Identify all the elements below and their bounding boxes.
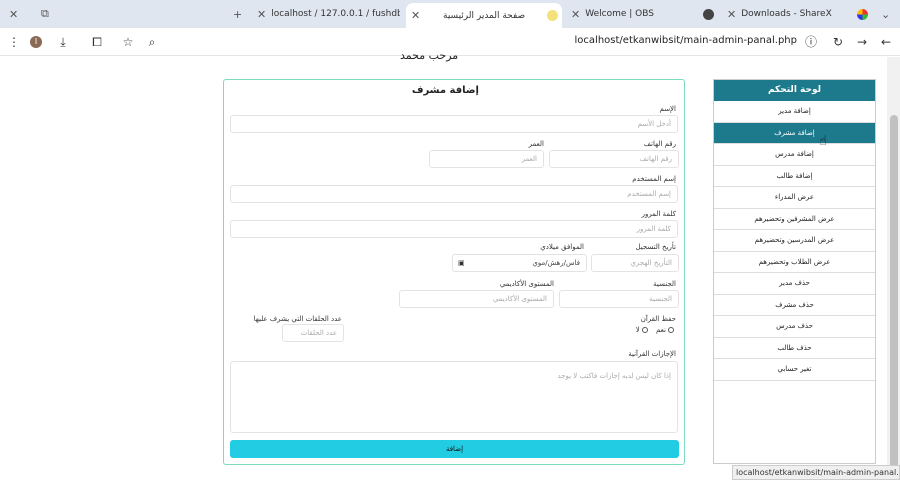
welcome-text: مرحب محمد: [400, 49, 459, 62]
password-input[interactable]: كلمة المرور: [230, 220, 678, 238]
sidebar-item-delete-supervisor[interactable]: حذف مشرف: [714, 295, 875, 316]
obs-icon: [703, 8, 714, 20]
control-panel-sidebar: لوحة التحكم إضافة مدير إضافة مشرف إضافة …: [713, 79, 876, 464]
nationality-input[interactable]: الجنسية: [559, 290, 679, 308]
sidebar-item-delete-student[interactable]: حذف طالب: [714, 338, 875, 359]
back-icon[interactable]: ←: [878, 34, 894, 50]
academic-level-label: المستوى الأكاديمي: [499, 280, 554, 288]
page-favicon-icon: [547, 10, 558, 21]
tab-sharex[interactable]: ✕ Downloads - ShareX: [722, 3, 872, 25]
academic-level-input[interactable]: المستوى الأكاديمي: [399, 290, 554, 308]
username-input[interactable]: إسم المستخدم: [230, 185, 678, 203]
browser-tab-strip: ✕ ⧉ + ✕ localhost / 127.0.0.1 / fushdb /…: [0, 0, 900, 28]
menu-dots-icon[interactable]: ⋮: [6, 34, 22, 50]
sidebar-item-delete-manager[interactable]: حذف مدير: [714, 273, 875, 295]
address-bar[interactable]: ☆ ⌕ localhost/etkanwibsit/main-admin-pan…: [110, 32, 825, 52]
quran-radio-group: نعم لا: [636, 326, 676, 334]
name-label: الإسم: [659, 105, 676, 113]
profile-avatar[interactable]: I: [30, 36, 42, 48]
close-icon[interactable]: ✕: [411, 9, 420, 22]
tab-admin-home[interactable]: ✕ صفحة المدير الرئيسية: [406, 3, 562, 28]
calendar-icon: ▣: [458, 259, 465, 267]
tab-list-icon: ⧉: [41, 7, 49, 20]
reg-date-label: تأريخ التسجيل: [635, 243, 676, 251]
tab-dropdown-button[interactable]: ⌄: [876, 3, 896, 25]
age-label: العمر: [528, 140, 544, 148]
new-tab-button[interactable]: +: [228, 3, 248, 25]
sidebar-item-view-teachers[interactable]: عرض المدرسين وتحضيرهم: [714, 230, 875, 252]
chevron-down-icon: ⌄: [881, 7, 891, 21]
add-supervisor-form: إضافة مشرف الإسم أدخل الأسم رقم الهاتف ر…: [223, 79, 685, 465]
download-icon[interactable]: ⤓: [55, 34, 71, 50]
sidebar-item-add-manager[interactable]: إضافة مدير: [714, 101, 875, 123]
quran-no-radio[interactable]: [641, 327, 648, 333]
tab-search-button[interactable]: ⧉: [36, 3, 56, 25]
circles-input[interactable]: عدد الحلقات: [282, 324, 344, 342]
mouse-cursor-icon: ☝: [819, 134, 827, 149]
url-text[interactable]: localhost/etkanwibsit/main-admin-panal.p…: [575, 35, 797, 46]
phone-label: رقم الهاتف: [643, 140, 676, 148]
status-url-bar: localhost/etkanwibsit/main-admin-panal.p…: [732, 465, 900, 480]
name-input[interactable]: أدخل الأسم: [230, 115, 678, 133]
sidebar-item-view-managers[interactable]: عرض المدراء: [714, 187, 875, 209]
close-icon: ✕: [9, 7, 19, 21]
add-button[interactable]: إضافة: [230, 440, 679, 458]
tab-obs[interactable]: ✕ Welcome | OBS: [566, 3, 718, 25]
sidebar-item-add-supervisor[interactable]: إضافة مشرف: [714, 122, 875, 144]
scrollbar-thumb[interactable]: [890, 115, 898, 468]
close-icon[interactable]: ✕: [727, 8, 736, 21]
zoom-icon[interactable]: ⌕: [144, 34, 160, 50]
sidebar-item-add-student[interactable]: إضافة طالب: [714, 166, 875, 187]
sidebar-item-view-supervisors[interactable]: عرض المشرفين وتحضيرهم: [714, 209, 875, 230]
age-input[interactable]: العمر: [429, 150, 544, 168]
password-label: كلمة المرور: [641, 210, 676, 218]
bookmark-star-icon[interactable]: ☆: [120, 34, 136, 50]
extensions-icon[interactable]: ⧠: [89, 34, 105, 50]
window-close-button[interactable]: ✕: [4, 3, 24, 25]
sidebar-item-add-teacher[interactable]: إضافة مدرس: [714, 144, 875, 166]
ijazat-label: الإجازات القرآنية: [628, 350, 676, 358]
sidebar-item-delete-teacher[interactable]: حذف مدرس: [714, 316, 875, 338]
form-title: إضافة مشرف: [411, 85, 479, 96]
reload-icon[interactable]: ↻: [830, 34, 846, 50]
site-info-icon[interactable]: ⓘ: [803, 34, 819, 50]
sidebar-item-change-account[interactable]: تغير حسابي: [714, 359, 875, 381]
greg-date-label: الموافق ميلادي: [540, 243, 584, 251]
ijazat-textarea[interactable]: إذا كان ليس لديه إجازات فاكتب لا يوجد: [230, 361, 678, 433]
tab-phpmyadmin[interactable]: ✕ localhost / 127.0.0.1 / fushdb / ...: [252, 3, 400, 25]
close-icon[interactable]: ✕: [571, 8, 580, 21]
close-icon[interactable]: ✕: [257, 8, 266, 21]
quran-yes-radio[interactable]: [668, 327, 674, 333]
circles-label: عدد الحلقات التي يشرف عليها: [253, 315, 342, 323]
page-viewport: مرحب محمد لوحة التحكم إضافة مدير إضافة م…: [0, 49, 900, 480]
sidebar-item-view-students[interactable]: عرض الطلاب وتحضيرهم: [714, 252, 875, 273]
sidebar-title: لوحة التحكم: [714, 80, 875, 101]
sharex-icon: [857, 8, 868, 20]
reg-date-input[interactable]: التأريخ الهجري: [591, 254, 679, 272]
username-label: إسم المستخدم: [632, 175, 676, 183]
quran-label: حفظ القرآن: [640, 315, 676, 323]
greg-date-input[interactable]: فاس/رهش/موي ▣: [452, 254, 587, 272]
forward-icon[interactable]: →: [854, 34, 870, 50]
nationality-label: الجنسية: [653, 280, 676, 288]
phone-input[interactable]: رقم الهاتف: [549, 150, 679, 168]
